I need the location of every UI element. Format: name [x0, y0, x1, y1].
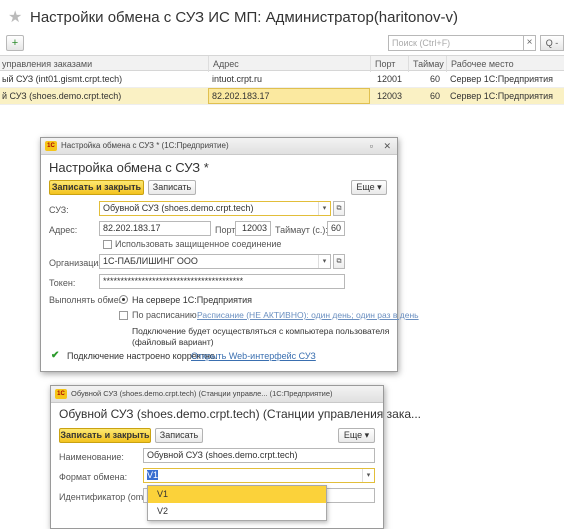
- window-titlebar-text: Обувной СУЗ (shoes.demo.crpt.tech) (Стан…: [71, 389, 333, 398]
- close-icon[interactable]: ✕: [383, 138, 391, 154]
- suz-select[interactable]: Обувной СУЗ (shoes.demo.crpt.tech) ▾: [99, 201, 331, 216]
- cell-name: ый СУЗ (int01.gismt.crpt.tech): [2, 74, 123, 84]
- save-and-close-button[interactable]: Записать и закрыть: [49, 180, 144, 195]
- format-value: V1: [147, 470, 159, 480]
- cell-port: 12001: [376, 74, 402, 84]
- table-header: управления заказами Адрес Порт Таймаут Р…: [0, 55, 564, 72]
- suz-value: Обувной СУЗ (shoes.demo.crpt.tech): [103, 203, 254, 213]
- cell-name: й СУЗ (shoes.demo.crpt.tech): [2, 91, 122, 101]
- organization-select[interactable]: 1С-ПАБЛИШИНГ ООО ▾: [99, 254, 331, 269]
- column-header-address[interactable]: Адрес: [208, 56, 368, 72]
- table-row[interactable]: ый СУЗ (int01.gismt.crpt.tech) intuot.cr…: [0, 71, 564, 88]
- by-schedule-checkbox[interactable]: [119, 311, 128, 320]
- chevron-down-icon[interactable]: ▾: [318, 202, 330, 215]
- save-button[interactable]: Записать: [155, 428, 203, 443]
- search-input[interactable]: Поиск (Ctrl+F): [388, 35, 524, 51]
- cell-workplace: Сервер 1С:Предприятия: [450, 74, 554, 84]
- dropdown-option-v2[interactable]: V2: [148, 503, 326, 520]
- cell-address: 82.202.183.17: [212, 91, 270, 101]
- token-label: Токен:: [49, 278, 76, 288]
- token-input[interactable]: ****************************************: [99, 274, 345, 289]
- secure-connection-label: Использовать защищенное соединение: [115, 239, 282, 249]
- window-titlebar[interactable]: 1С Обувной СУЗ (shoes.demo.crpt.tech) (С…: [51, 386, 383, 403]
- column-header-timeout[interactable]: Таймаут: [408, 56, 444, 72]
- suz-label: СУЗ:: [49, 205, 69, 215]
- port-input[interactable]: 12003: [235, 221, 271, 236]
- cell-timeout: 60: [429, 91, 440, 101]
- window-title: Обувной СУЗ (shoes.demo.crpt.tech) (Стан…: [59, 407, 422, 421]
- address-label: Адрес:: [49, 225, 78, 235]
- minimize-icon[interactable]: ▫: [370, 138, 373, 154]
- format-label: Формат обмена:: [59, 472, 128, 482]
- format-dropdown-list: V1 V2: [147, 485, 327, 521]
- chevron-down-icon[interactable]: ▾: [362, 469, 374, 482]
- save-and-close-button[interactable]: Записать и закрыть: [59, 428, 151, 443]
- name-label: Наименование:: [59, 452, 124, 462]
- window-titlebar[interactable]: 1С Настройка обмена с СУЗ * (1С:Предприя…: [41, 138, 397, 155]
- open-link-icon[interactable]: ⧉: [333, 201, 345, 216]
- settings-table: управления заказами Адрес Порт Таймаут Р…: [0, 55, 564, 105]
- column-header-port[interactable]: Порт: [370, 56, 406, 72]
- exchange-settings-window: 1С Настройка обмена с СУЗ * (1С:Предприя…: [40, 137, 419, 372]
- note-line-2: (файловый вариант): [132, 337, 214, 347]
- cell-workplace: Сервер 1С:Предприятия: [450, 91, 554, 101]
- app-logo-icon: 1С: [45, 141, 57, 151]
- open-link-icon[interactable]: ⧉: [333, 254, 345, 269]
- organization-label: Организация:: [49, 258, 106, 268]
- save-button[interactable]: Записать: [148, 180, 196, 195]
- format-select[interactable]: V1 ▾: [143, 468, 375, 483]
- search-clear-icon[interactable]: ×: [524, 35, 536, 51]
- more-button[interactable]: Еще ▾: [338, 428, 375, 443]
- cell-address: intuot.crpt.ru: [212, 74, 263, 84]
- favorite-star-icon[interactable]: ★: [8, 7, 22, 27]
- more-button[interactable]: Еще ▾: [351, 180, 387, 195]
- page-title: Настройки обмена с СУЗ ИС МП: Администра…: [30, 9, 459, 26]
- on-server-radio[interactable]: [119, 295, 128, 304]
- table-row-selected[interactable]: й СУЗ (shoes.demo.crpt.tech) 82.202.183.…: [0, 88, 564, 105]
- column-header-workplace[interactable]: Рабочее место: [446, 56, 564, 72]
- by-schedule-label: По расписанию: [132, 310, 197, 320]
- column-header-oms[interactable]: управления заказами: [0, 56, 206, 72]
- cell-port: 12003: [376, 91, 402, 101]
- dropdown-option-v1[interactable]: V1: [148, 486, 326, 503]
- web-interface-link[interactable]: Открыть Web-интерфейс СУЗ: [191, 351, 316, 361]
- schedule-link[interactable]: Расписание (НЕ АКТИВНО): один день; один…: [197, 310, 419, 320]
- exchange-mode-label: Выполнять обмен:: [49, 295, 127, 305]
- cell-timeout: 60: [429, 74, 440, 84]
- name-input[interactable]: Обувной СУЗ (shoes.demo.crpt.tech): [143, 448, 375, 463]
- on-server-label: На сервере 1С:Предприятия: [132, 295, 253, 305]
- timeout-label: Таймаут (с.):: [275, 225, 328, 235]
- secure-connection-checkbox[interactable]: [103, 240, 112, 249]
- oms-item-window: 1С Обувной СУЗ (shoes.demo.crpt.tech) (С…: [50, 385, 421, 529]
- app-logo-icon: 1С: [55, 389, 67, 399]
- window-title: Настройка обмена с СУЗ *: [49, 160, 209, 175]
- address-input[interactable]: 82.202.183.17: [99, 221, 211, 236]
- window-titlebar-text: Настройка обмена с СУЗ * (1С:Предприятие…: [61, 141, 229, 150]
- note-line-1: Подключение будет осуществляться с компь…: [132, 326, 390, 336]
- add-button[interactable]: +: [6, 35, 24, 51]
- timeout-input[interactable]: 60: [327, 221, 345, 236]
- search-button[interactable]: Q -: [540, 35, 564, 51]
- chevron-down-icon[interactable]: ▾: [318, 255, 330, 268]
- organization-value: 1С-ПАБЛИШИНГ ООО: [103, 256, 198, 266]
- check-icon: ✔: [51, 350, 60, 361]
